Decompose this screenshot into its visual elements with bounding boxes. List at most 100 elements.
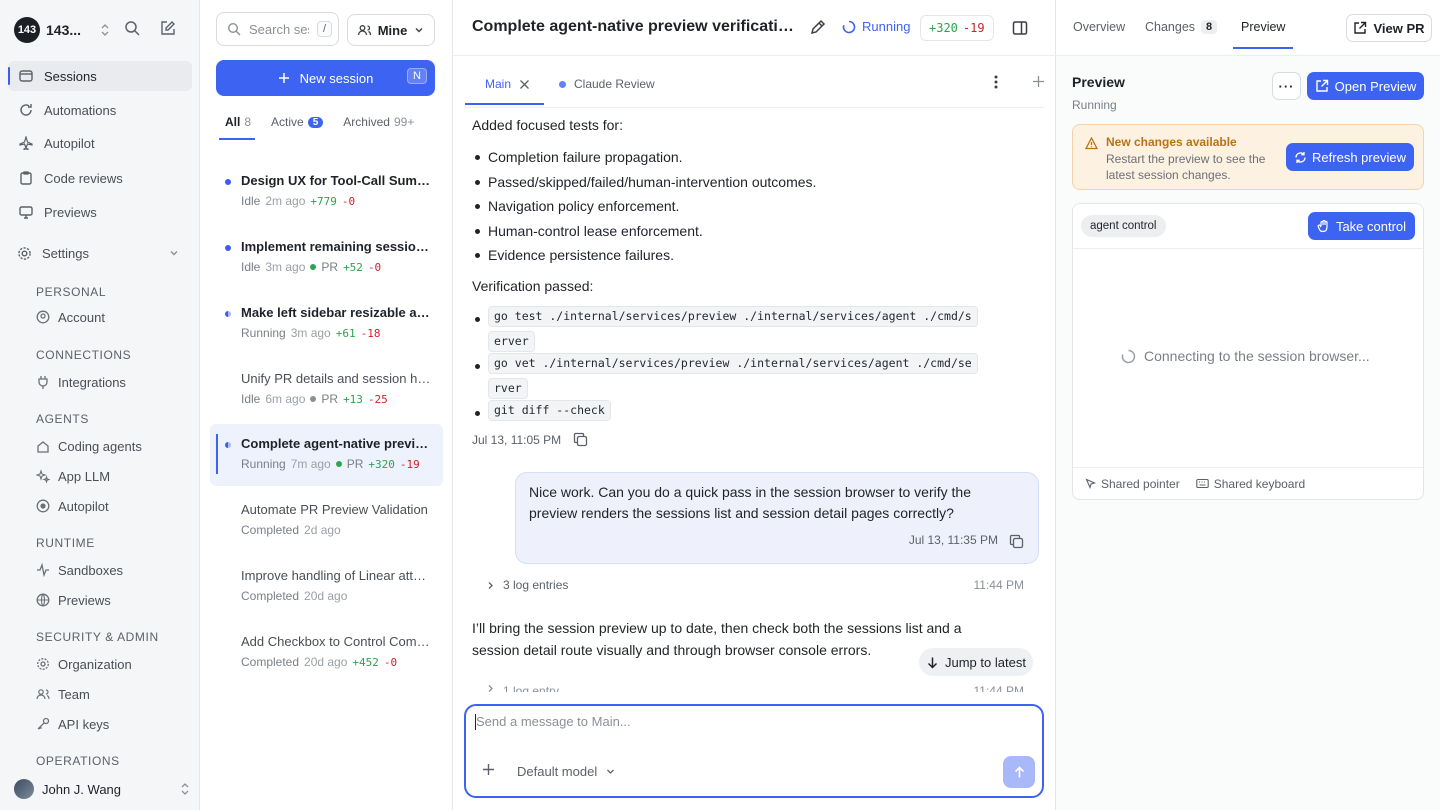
session-status: Idle <box>241 392 261 406</box>
open-preview-button[interactable]: Open Preview <box>1307 72 1424 100</box>
jump-label: Jump to latest <box>945 654 1026 670</box>
close-icon[interactable] <box>519 79 530 90</box>
nav-sub-previews[interactable]: Previews <box>36 589 111 611</box>
log-entries-toggle[interactable]: 1 log entry 11:44 PM <box>486 684 1024 692</box>
activity-icon <box>36 563 50 577</box>
tab-active[interactable]: Active 5 <box>271 112 324 138</box>
code-snippet: go vet ./internal/services/preview ./int… <box>488 353 978 374</box>
tab-all[interactable]: All 8 <box>218 112 256 140</box>
nav-sub-autopilot[interactable]: Autopilot <box>36 495 109 517</box>
tab-label: Overview <box>1073 20 1126 34</box>
tab-claude-review[interactable]: Claude Review <box>559 72 655 96</box>
plus-icon[interactable] <box>482 763 495 776</box>
external-link-icon <box>1315 79 1329 93</box>
tab-preview[interactable]: Preview <box>1232 20 1295 49</box>
tab-label: Claude Review <box>574 77 655 91</box>
connecting-status: Connecting to the session browser... <box>1121 348 1370 364</box>
session-age: 2m ago <box>265 194 306 208</box>
refresh-icon <box>1294 151 1307 164</box>
more-options-button[interactable]: ··· <box>1272 72 1301 100</box>
session-title: Make left sidebar resizable and collapsi… <box>241 305 431 320</box>
globe-icon <box>36 593 50 607</box>
section-runtime: RUNTIME <box>36 536 95 550</box>
session-row[interactable]: Make left sidebar resizable and collapsi… <box>210 296 443 358</box>
message-composer[interactable]: Send a message to Main... Default model <box>464 704 1044 798</box>
users-icon <box>357 23 372 37</box>
new-session-shortcut: N <box>407 68 427 84</box>
user-message-text: Nice work. Can you do a quick pass in th… <box>529 484 971 521</box>
nav-sub-team[interactable]: Team <box>36 683 90 705</box>
tab-changes[interactable]: Changes 8 <box>1145 20 1218 34</box>
lines-removed: -19 <box>399 457 420 471</box>
copy-icon[interactable] <box>573 432 588 447</box>
warning-icon <box>1085 137 1098 150</box>
panel-toggle-icon[interactable] <box>1012 20 1028 36</box>
nav-sub-integrations[interactable]: Integrations <box>36 371 126 393</box>
refresh-preview-button[interactable]: Refresh preview <box>1286 143 1414 171</box>
message-thread: Added focused tests for: Completion fail… <box>453 108 1056 692</box>
nav-item-code-reviews[interactable]: Code reviews <box>8 163 192 193</box>
model-selector[interactable]: Default model <box>517 764 616 779</box>
nav-item-sessions[interactable]: Sessions <box>8 61 192 91</box>
tab-overview[interactable]: Overview <box>1073 20 1125 34</box>
code-snippet: erver <box>488 331 535 352</box>
tab-label: Preview <box>1241 20 1286 34</box>
tab-label: Main <box>485 77 512 91</box>
user-name: John J. Wang <box>42 781 122 797</box>
nav-sub-coding-agents[interactable]: Coding agents <box>36 435 142 457</box>
send-button[interactable] <box>1003 756 1035 788</box>
new-session-button[interactable]: New session N <box>216 60 435 96</box>
session-detail: Complete agent-native preview verificati… <box>453 0 1056 810</box>
test-list: Completion failure propagation. Passed/s… <box>472 145 816 268</box>
running-dot <box>225 311 231 317</box>
session-row[interactable]: Design UX for Tool-Call Summaries Idle 2… <box>210 164 443 226</box>
session-status: Idle <box>241 260 261 274</box>
connecting-text: Connecting to the session browser... <box>1144 348 1370 364</box>
nav-sub-sandboxes[interactable]: Sandboxes <box>36 559 123 581</box>
lines-removed: -19 <box>962 21 985 35</box>
nav-item-automations[interactable]: Automations <box>8 95 192 125</box>
nav-sub-organization[interactable]: Organization <box>36 653 132 675</box>
session-row[interactable]: Improve handling of Linear attachments C… <box>210 559 443 621</box>
nav-item-previews[interactable]: Previews <box>8 197 192 227</box>
plus-icon[interactable] <box>1032 75 1045 88</box>
clipboard-icon <box>18 170 34 186</box>
view-pr-button[interactable]: View PR <box>1346 14 1432 42</box>
section-agents: AGENTS <box>36 412 89 426</box>
session-row[interactable]: Implement remaining session features Idl… <box>210 230 443 292</box>
nav-sub-account[interactable]: Account <box>36 306 105 328</box>
diff-stat[interactable]: +320 -19 <box>920 15 994 41</box>
users-icon <box>36 687 50 701</box>
session-row-selected[interactable]: Complete agent-native preview verificati… <box>210 424 443 486</box>
tab-count-badge: 5 <box>307 116 324 128</box>
user-menu[interactable]: John J. Wang <box>14 778 190 800</box>
session-row[interactable]: Unify PR details and session header Idle… <box>210 362 443 424</box>
nav-sub-label: API keys <box>58 716 110 732</box>
search-input[interactable]: Search sessions / <box>216 12 339 46</box>
nav-item-label: Previews <box>44 204 97 220</box>
sidebar: 143 143... Sessions Automations Autopilo… <box>0 0 200 810</box>
gear-icon <box>36 657 50 671</box>
pencil-icon[interactable] <box>809 19 826 36</box>
session-row[interactable]: Add Checkbox to Control Composer Complet… <box>210 625 443 687</box>
compose-icon[interactable] <box>159 20 176 37</box>
take-control-button[interactable]: Take control <box>1308 212 1415 240</box>
nav-sub-app-llm[interactable]: App LLM <box>36 465 110 487</box>
session-title: Design UX for Tool-Call Summaries <box>241 173 431 188</box>
owner-filter-dropdown[interactable]: Mine <box>347 14 435 46</box>
more-vertical-icon[interactable] <box>994 75 998 89</box>
session-status: Idle <box>241 194 261 208</box>
jump-to-latest-button[interactable]: Jump to latest <box>919 648 1033 676</box>
copy-icon[interactable] <box>1009 534 1024 549</box>
session-row[interactable]: Automate PR Preview Validation Completed… <box>210 493 443 555</box>
log-entries-toggle[interactable]: 3 log entries 11:44 PM <box>486 578 1024 592</box>
tab-main[interactable]: Main <box>464 72 545 105</box>
search-icon[interactable] <box>124 20 141 37</box>
shared-keyboard-indicator: Shared keyboard <box>1195 477 1305 491</box>
nav-item-settings[interactable]: Settings <box>6 238 190 268</box>
session-status: Completed <box>241 589 300 603</box>
workspace-switcher[interactable]: 143 143... <box>14 16 110 44</box>
nav-item-autopilot[interactable]: Autopilot <box>8 128 192 158</box>
nav-sub-api-keys[interactable]: API keys <box>36 713 109 735</box>
tab-archived[interactable]: Archived 99+ <box>343 112 414 138</box>
